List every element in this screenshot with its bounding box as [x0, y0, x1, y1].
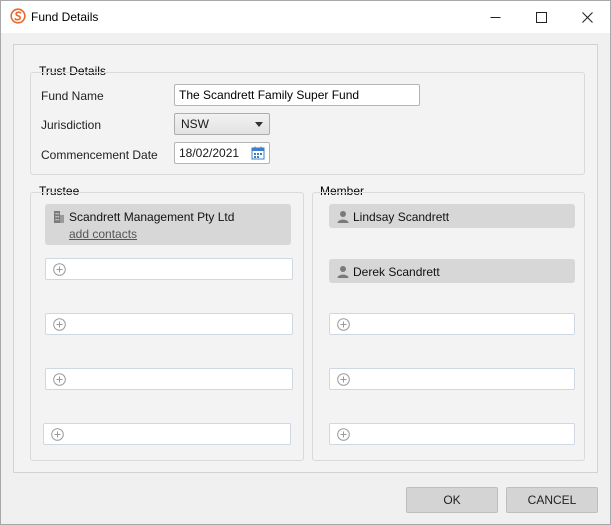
minimize-button[interactable] — [472, 1, 518, 33]
add-circle-icon[interactable] — [337, 428, 350, 441]
member-empty-slot[interactable] — [329, 313, 575, 335]
title-bar: Fund Details — [1, 1, 610, 33]
jurisdiction-select[interactable]: NSW — [174, 113, 270, 135]
maximize-icon — [535, 11, 547, 23]
building-icon — [54, 211, 64, 223]
add-circle-icon[interactable] — [53, 318, 66, 331]
minimize-icon — [490, 16, 500, 18]
jurisdiction-label: Jurisdiction — [41, 118, 102, 132]
person-icon — [337, 211, 349, 223]
chevron-down-icon — [255, 122, 263, 127]
trustee-empty-slot[interactable] — [43, 423, 291, 445]
commencement-date-input[interactable]: 18/02/2021 — [174, 142, 270, 164]
fund-details-window: Fund Details Trust Details Fund Name Jur… — [0, 0, 611, 525]
maximize-button[interactable] — [518, 1, 564, 33]
add-circle-icon[interactable] — [53, 263, 66, 276]
trustee-name: Scandrett Management Pty Ltd — [69, 210, 235, 224]
window-title: Fund Details — [31, 10, 99, 24]
add-circle-icon[interactable] — [53, 373, 66, 386]
add-circle-icon[interactable] — [337, 318, 350, 331]
trustee-empty-slot[interactable] — [45, 258, 293, 280]
member-card[interactable]: Derek Scandrett — [329, 259, 575, 283]
add-circle-icon[interactable] — [51, 428, 64, 441]
close-icon — [581, 11, 593, 23]
member-empty-slot[interactable] — [329, 423, 575, 445]
close-button[interactable] — [564, 1, 610, 33]
jurisdiction-value: NSW — [181, 117, 209, 131]
member-name: Derek Scandrett — [353, 265, 440, 279]
cancel-button[interactable]: CANCEL — [506, 487, 598, 513]
member-name: Lindsay Scandrett — [353, 210, 450, 224]
commencement-date-label: Commencement Date — [41, 148, 158, 162]
add-circle-icon[interactable] — [337, 373, 350, 386]
fund-name-input[interactable] — [174, 84, 420, 106]
person-icon — [337, 266, 349, 278]
trustee-empty-slot[interactable] — [45, 313, 293, 335]
add-contacts-link[interactable]: add contacts — [69, 227, 137, 241]
member-card[interactable]: Lindsay Scandrett — [329, 204, 575, 228]
trustee-card[interactable]: Scandrett Management Pty Ltd add contact… — [45, 204, 291, 245]
commencement-date-value: 18/02/2021 — [179, 146, 240, 160]
main-panel: Trust Details Fund Name Jurisdiction NSW… — [13, 44, 598, 473]
fund-name-label: Fund Name — [41, 89, 104, 103]
app-logo-icon — [10, 8, 26, 24]
calendar-icon[interactable] — [251, 146, 265, 160]
member-empty-slot[interactable] — [329, 368, 575, 390]
ok-button[interactable]: OK — [406, 487, 498, 513]
trustee-empty-slot[interactable] — [45, 368, 293, 390]
